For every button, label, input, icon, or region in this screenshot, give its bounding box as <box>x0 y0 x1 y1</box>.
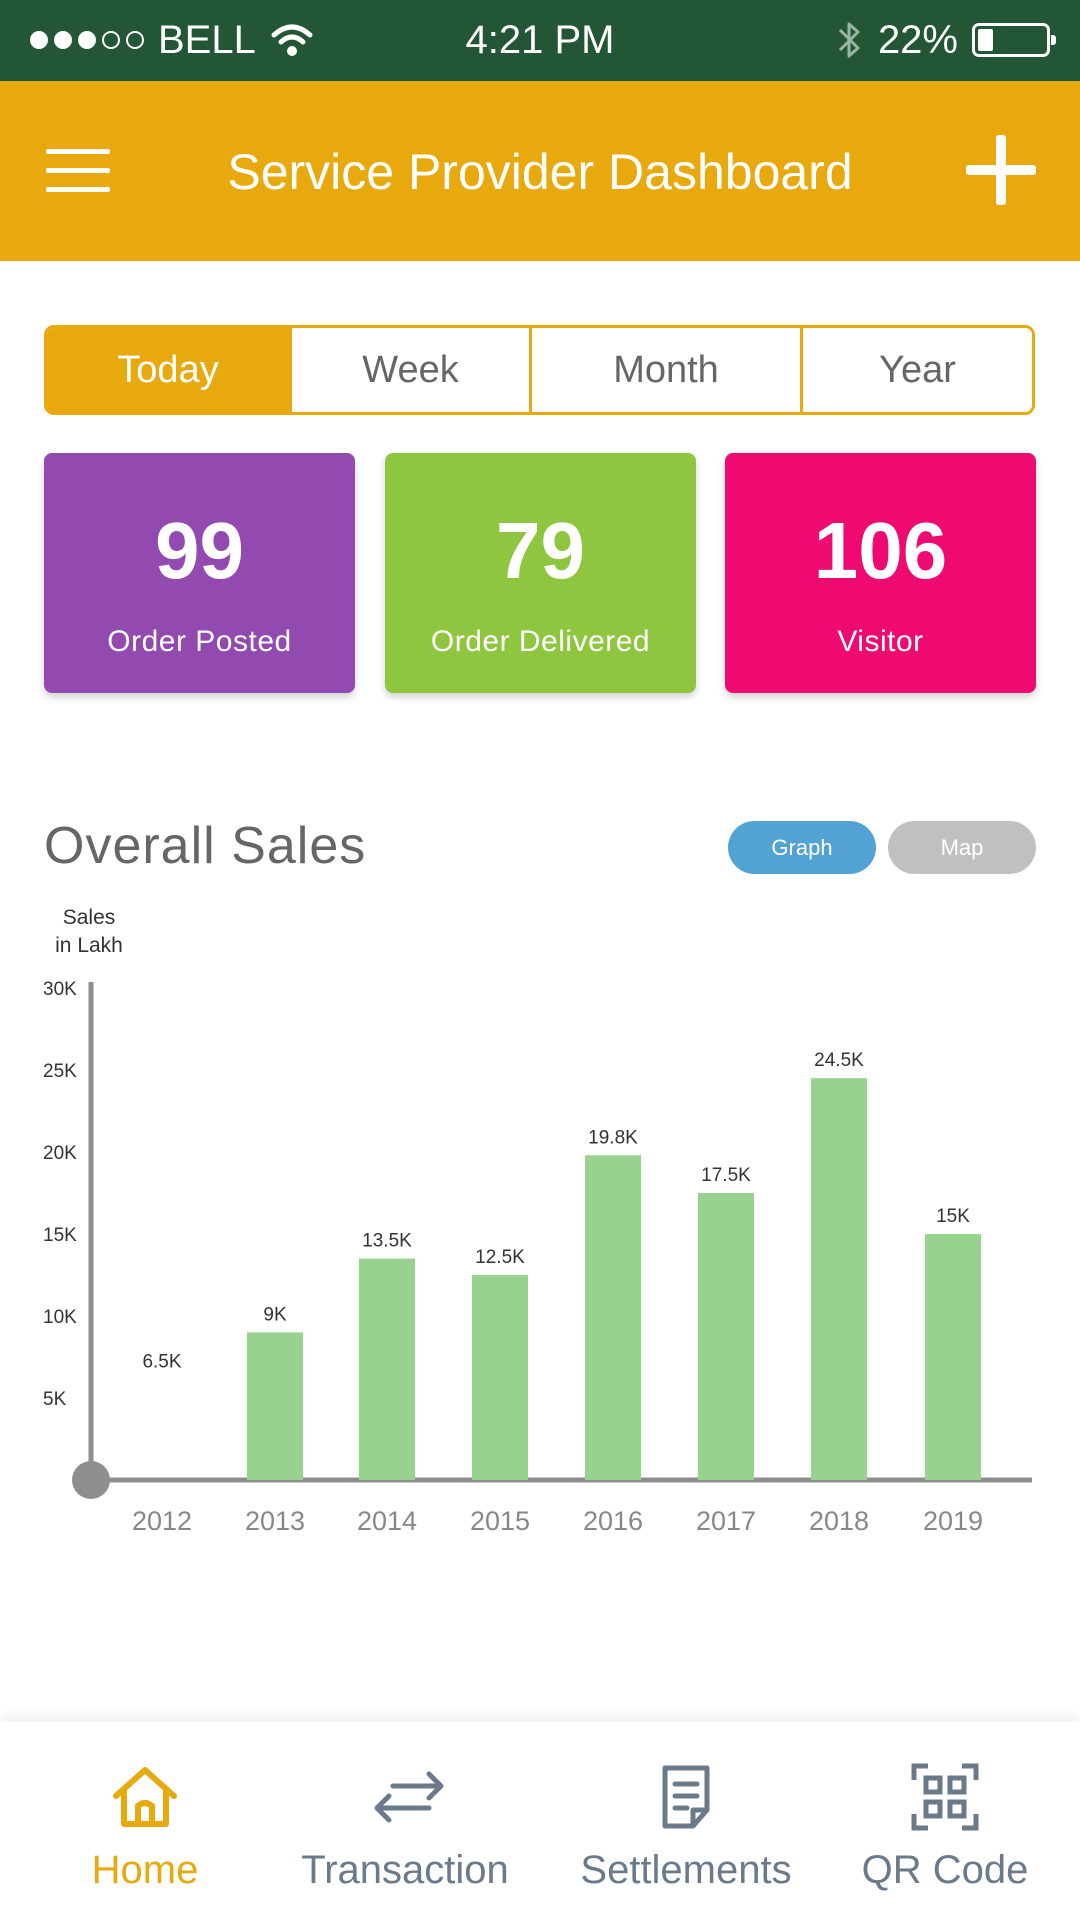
bar-data-label: 17.5K <box>701 1165 751 1186</box>
transfer-arrows-icon <box>374 1771 444 1823</box>
y-tick-label: 20K <box>43 1143 77 1164</box>
chart-bar <box>925 1234 981 1480</box>
plus-icon[interactable] <box>966 135 1036 205</box>
x-tick-label: 2019 <box>923 1506 983 1536</box>
nav-label: Settlements <box>580 1848 792 1892</box>
status-bar-right: 22% <box>836 17 1056 62</box>
stat-label: Order Posted <box>107 625 292 658</box>
graph-toggle-button[interactable]: Graph <box>728 821 876 874</box>
tab-year[interactable]: Year <box>803 328 1032 412</box>
y-axis-label: Sales <box>63 906 116 929</box>
chart-bar <box>247 1332 303 1480</box>
page-title: Service Provider Dashboard <box>227 144 853 200</box>
tab-week[interactable]: Week <box>292 328 532 412</box>
bar-data-label: 15K <box>936 1206 970 1227</box>
nav-label: Home <box>91 1848 199 1892</box>
y-axis-label: in Lakh <box>55 934 123 957</box>
x-tick-label: 2017 <box>696 1506 756 1536</box>
y-tick-label: 15K <box>43 1225 77 1246</box>
map-toggle-button[interactable]: Map <box>888 821 1036 874</box>
stat-label: Visitor <box>837 625 924 658</box>
stat-card-order-delivered[interactable]: 79 Order Delivered <box>385 453 696 693</box>
status-bar: BELL 4:21 PM 22% <box>0 0 1080 81</box>
x-tick-label: 2012 <box>132 1506 192 1536</box>
sales-bar-chart: Sales in Lakh 5K 10K 15K 20K 25K 30K 6.5K 2012 9K 2… <box>43 906 1032 1536</box>
y-tick-label: 25K <box>43 1061 77 1082</box>
nav-settlements[interactable]: Settlements <box>551 1722 821 1920</box>
x-tick-label: 2014 <box>357 1506 417 1536</box>
y-tick-label: 10K <box>43 1307 77 1328</box>
nav-label: QR Code <box>861 1848 1029 1892</box>
y-tick-label: 5K <box>43 1389 67 1410</box>
x-tick-label: 2015 <box>470 1506 530 1536</box>
battery-icon <box>972 23 1056 57</box>
nav-qr-code[interactable]: QR Code <box>810 1722 1080 1920</box>
x-tick-label: 2018 <box>809 1506 869 1536</box>
nav-label: Transaction <box>301 1848 509 1892</box>
stat-value: 106 <box>813 506 948 595</box>
stat-card-visitor[interactable]: 106 Visitor <box>725 453 1036 693</box>
app-bar: Service Provider Dashboard <box>0 81 1080 261</box>
stat-card-order-posted[interactable]: 99 Order Posted <box>44 453 355 693</box>
bar-data-label: 12.5K <box>475 1247 525 1268</box>
bar-data-label: 13.5K <box>362 1231 412 1252</box>
x-tick-label: 2016 <box>583 1506 643 1536</box>
chart-bar <box>698 1193 754 1480</box>
tab-month[interactable]: Month <box>532 328 803 412</box>
battery-percent: 22% <box>877 17 958 62</box>
bottom-navigation: Home Transaction Settlements QR Code <box>0 1722 1080 1920</box>
chart-bar <box>811 1078 867 1480</box>
battery-level <box>978 29 993 51</box>
bluetooth-icon <box>838 22 860 58</box>
period-tabs: Today Week Month Year <box>44 325 1035 415</box>
bar-data-label: 6.5K <box>142 1351 181 1372</box>
bar-data-label: 24.5K <box>814 1050 864 1071</box>
document-icon <box>662 1765 710 1829</box>
chart-bar <box>585 1155 641 1480</box>
stat-label: Order Delivered <box>430 625 651 658</box>
bar-data-label: 9K <box>263 1304 287 1325</box>
tab-today[interactable]: Today <box>47 328 292 412</box>
bar-data-label: 19.8K <box>588 1127 638 1148</box>
nav-transaction[interactable]: Transaction <box>270 1722 540 1920</box>
overall-sales-title: Overall Sales <box>44 817 367 875</box>
x-tick-label: 2013 <box>245 1506 305 1536</box>
chart-bar <box>359 1258 415 1480</box>
chart-bar <box>472 1275 528 1480</box>
home-icon <box>113 1767 177 1827</box>
stat-value: 99 <box>155 506 244 595</box>
stat-value: 79 <box>496 506 585 595</box>
y-tick-label: 30K <box>43 979 77 1000</box>
nav-home[interactable]: Home <box>10 1722 280 1920</box>
qr-code-icon <box>911 1763 979 1831</box>
axis-origin-marker <box>72 1461 110 1499</box>
